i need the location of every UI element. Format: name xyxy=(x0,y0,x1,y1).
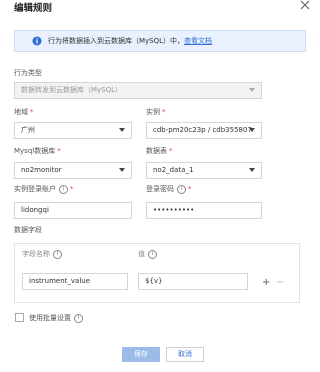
cancel-button[interactable]: 取消 xyxy=(166,347,204,362)
help-icon[interactable]: i xyxy=(177,184,186,194)
batch-setting-checkbox[interactable] xyxy=(15,313,24,322)
batch-setting-label: 使用批量设置 i xyxy=(29,313,83,323)
notice-message: 行为将数据插入到云数据库（MySQL）中， xyxy=(48,37,185,45)
account-input[interactable]: lidongqi xyxy=(14,202,132,219)
password-input[interactable]: •••••••••• xyxy=(146,202,262,219)
field-value-input[interactable]: ${v} xyxy=(138,273,248,290)
password-label: 登录密码 i * xyxy=(146,184,192,194)
region-value: 广州 xyxy=(21,126,35,134)
required-mark: * xyxy=(188,185,192,193)
table-select[interactable]: no2_data_1 xyxy=(146,162,262,179)
add-row-button[interactable]: + xyxy=(262,277,270,288)
field-value-value: ${v} xyxy=(145,277,163,285)
field-value-header-text: 值 xyxy=(138,250,145,258)
required-mark: * xyxy=(162,108,166,116)
behavior-type-value: 数据转发到云数据库（MySQL） xyxy=(21,86,123,94)
info-icon xyxy=(32,36,42,46)
instance-value: cdb-pm20c23p / cdb355807 xyxy=(153,126,252,134)
table-value: no2_data_1 xyxy=(153,166,194,174)
mysql-db-select[interactable]: no2monitor xyxy=(14,162,132,179)
account-label-text: 实例登录账户 xyxy=(14,185,56,193)
instance-label: 实例 * xyxy=(146,107,166,117)
required-mark: * xyxy=(57,147,61,155)
help-icon[interactable]: i xyxy=(148,249,157,259)
notice-text: 行为将数据插入到云数据库（MySQL）中，查看文档 xyxy=(48,36,212,46)
table-label-text: 数据表 xyxy=(146,147,167,155)
chevron-down-icon xyxy=(249,128,255,132)
account-value: lidongqi xyxy=(21,206,49,214)
help-icon[interactable]: i xyxy=(74,313,83,323)
data-fields-label: 数据字段 xyxy=(14,226,42,234)
password-label-text: 登录密码 xyxy=(146,185,174,193)
instance-select[interactable]: cdb-pm20c23p / cdb355807 xyxy=(146,122,262,139)
remove-row-button[interactable]: − xyxy=(276,277,284,288)
mysql-db-label: Mysql数据库 * xyxy=(14,146,61,156)
chevron-down-icon xyxy=(119,168,125,172)
help-icon[interactable]: i xyxy=(59,184,68,194)
region-label: 地域 * xyxy=(14,107,34,117)
mysql-db-label-text: Mysql数据库 xyxy=(14,147,56,155)
chevron-down-icon xyxy=(119,128,125,132)
account-label: 实例登录账户 i * xyxy=(14,184,74,194)
chevron-down-icon xyxy=(249,168,255,172)
batch-setting-label-text: 使用批量设置 xyxy=(29,314,71,322)
field-name-value: instrument_value xyxy=(29,277,91,285)
required-mark: * xyxy=(169,147,173,155)
field-name-header: 字段名称 i xyxy=(22,249,62,259)
mysql-db-value: no2monitor xyxy=(21,166,62,174)
field-name-input[interactable]: instrument_value xyxy=(22,273,128,290)
password-value: •••••••••• xyxy=(153,206,195,214)
behavior-type-select: 数据转发到云数据库（MySQL） xyxy=(14,82,262,99)
instance-label-text: 实例 xyxy=(146,108,160,116)
behavior-type-label: 行为类型 xyxy=(14,69,42,77)
save-button[interactable]: 保存 xyxy=(122,347,160,362)
dialog-title: 编辑规则 xyxy=(14,3,53,14)
required-mark: * xyxy=(30,108,34,116)
help-icon[interactable]: i xyxy=(53,249,62,259)
region-label-text: 地域 xyxy=(14,108,28,116)
field-name-header-text: 字段名称 xyxy=(22,250,50,258)
table-label: 数据表 * xyxy=(146,146,173,156)
required-mark: * xyxy=(70,185,74,193)
close-icon[interactable] xyxy=(300,0,310,10)
region-select[interactable]: 广州 xyxy=(14,122,132,139)
field-value-header: 值i xyxy=(138,249,157,259)
chevron-down-icon xyxy=(249,88,255,92)
view-docs-link[interactable]: 查看文档 xyxy=(184,37,212,45)
